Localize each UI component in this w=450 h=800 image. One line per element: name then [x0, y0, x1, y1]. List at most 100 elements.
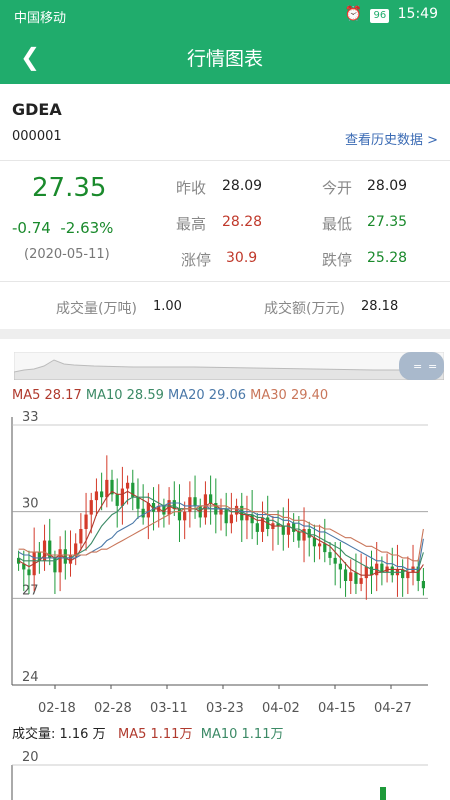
candle-body	[115, 494, 119, 506]
volume-legend-vol: 成交量: 1.16 万	[12, 727, 106, 742]
candle-body	[255, 523, 259, 532]
volume-legend: 成交量: 1.16 万 MA5 1.11万 MA10 1.11万	[12, 723, 283, 742]
candle-body	[349, 572, 353, 581]
candle-body	[105, 479, 109, 498]
section-divider	[0, 329, 450, 339]
candle-body	[183, 511, 187, 521]
range-handle-grip-left-icon: =	[413, 360, 422, 373]
candle-body	[286, 523, 291, 535]
candle-body	[74, 543, 78, 555]
candle-body	[390, 566, 394, 576]
y-tick-label: 30	[22, 497, 39, 512]
y-tick-label: 27	[22, 583, 39, 598]
x-tick-label: 03-23	[206, 701, 244, 716]
candle-body	[172, 500, 176, 509]
candle-body	[401, 569, 405, 579]
volume-chart[interactable]: 20	[0, 745, 450, 800]
open-value: 28.09	[367, 178, 408, 194]
candle-body	[84, 514, 88, 529]
candle-body	[250, 514, 254, 524]
limit-up-value: 30.9	[226, 250, 258, 266]
low-label: 最低	[322, 215, 353, 233]
history-data-link[interactable]: 查看历史数据 >	[345, 129, 438, 148]
last-price: 27.35	[32, 173, 107, 203]
amount-value: 28.18	[361, 299, 399, 314]
limit-up-label: 涨停	[181, 251, 212, 269]
x-tick-label: 03-11	[150, 701, 188, 716]
candle-body	[317, 543, 322, 547]
volume-value: 1.00	[153, 299, 182, 314]
candle-body	[79, 529, 83, 544]
open-label: 今开	[322, 179, 353, 197]
alarm-icon: ⏰	[344, 6, 362, 22]
candle-body	[68, 555, 73, 564]
candle-body	[260, 517, 265, 532]
candle-body	[333, 557, 337, 564]
symbol-header: GDEA 000001 查看历史数据 >	[0, 84, 450, 161]
candle-body	[209, 494, 213, 503]
volume-summary: 成交量(万吨) 1.00 成交额(万元) 28.18	[0, 282, 450, 328]
candle-body	[364, 566, 368, 579]
candle-body	[354, 572, 358, 584]
volume-y-tick-label: 20	[22, 750, 39, 765]
candle-body	[193, 497, 197, 506]
candle-body	[234, 505, 239, 515]
limit-down-label: 跌停	[322, 251, 353, 269]
candle-body	[281, 526, 285, 535]
candle-body	[328, 552, 332, 558]
candle-body	[421, 581, 426, 589]
x-tick-label: 04-27	[374, 701, 412, 716]
change-percent: -2.63%	[60, 219, 114, 237]
y-tick-label: 33	[22, 410, 39, 425]
candle-body	[120, 488, 125, 506]
price-change: -0.74 -2.63%	[12, 219, 113, 237]
x-tick-label: 04-02	[262, 701, 300, 716]
amount-label: 成交额(万元)	[264, 301, 345, 317]
candle-body	[224, 508, 228, 524]
prev-close-label: 昨收	[176, 179, 207, 197]
limit-down-value: 25.28	[367, 250, 408, 266]
candle-body	[63, 549, 67, 564]
symbol-code: 000001	[12, 129, 62, 144]
carrier-label: 中国移动	[14, 11, 67, 26]
candle-body	[292, 523, 296, 532]
candle-body	[188, 497, 192, 512]
top-nav: ❮ 行情图表	[0, 30, 450, 84]
status-right: ⏰ 96 15:49	[345, 6, 438, 23]
candle-body	[125, 482, 130, 489]
candle-body	[359, 578, 363, 584]
candlestick-chart[interactable]: 33 30 27 24 02-18 02-28 03-11 03-23 04-02 04-15 04…	[0, 405, 450, 717]
ma5-legend: MA5 28.17	[12, 388, 82, 403]
ma-legend: MA5 28.17 MA10 28.59 MA20 29.06 MA30 29.…	[12, 388, 328, 403]
status-bar: 中国移动 ⏰ 96 15:49	[0, 0, 450, 30]
x-tick-label: 04-15	[318, 701, 356, 716]
candle-body	[343, 569, 348, 581]
quote-panel: 27.35 -0.74 -2.63% (2020-05-11) 昨收 28.09…	[0, 161, 450, 282]
candle-body	[406, 572, 410, 579]
change-value: -0.74	[12, 219, 51, 237]
candle-body	[323, 543, 327, 553]
candle-body	[94, 491, 99, 501]
candle-body	[146, 503, 150, 518]
x-tick-label: 02-28	[94, 701, 132, 716]
candle-body	[380, 563, 384, 573]
volume-legend-ma5: MA5 1.11万	[118, 727, 193, 742]
high-label: 最高	[176, 215, 207, 233]
candle-body	[136, 497, 140, 509]
candle-body	[58, 549, 62, 573]
candle-body	[307, 529, 311, 538]
symbol-name: GDEA	[12, 100, 62, 119]
volume-legend-ma10: MA10 1.11万	[200, 727, 284, 742]
volume-label: 成交量(万吨)	[56, 301, 137, 317]
page-title: 行情图表	[186, 48, 263, 70]
prev-close-value: 28.09	[222, 178, 263, 194]
battery-icon: 96	[370, 9, 390, 23]
ma20-legend: MA20 29.06	[168, 388, 247, 403]
range-handle-grip-right-icon: =	[428, 360, 437, 373]
candle-body	[297, 531, 301, 541]
volume-bar	[380, 787, 386, 800]
high-value: 28.28	[222, 214, 263, 230]
range-navigator[interactable]: = =	[14, 352, 444, 380]
ma30-legend: MA30 29.40	[250, 388, 329, 403]
candle-body	[229, 514, 233, 524]
